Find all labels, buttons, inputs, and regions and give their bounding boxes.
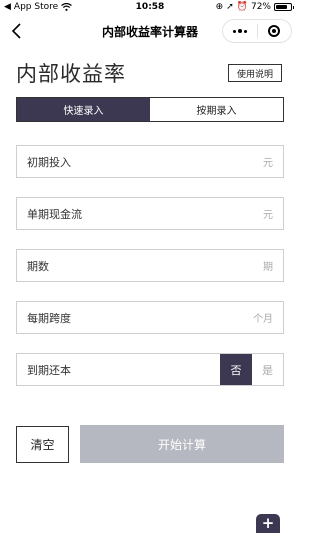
alarm-icon: ⏰: [236, 2, 248, 12]
more-menu-icon[interactable]: [223, 29, 257, 33]
cash-flow-field[interactable]: 单期现金流 元: [16, 197, 284, 230]
nav-bar: 内部收益率计算器: [0, 15, 300, 47]
clear-button[interactable]: 清空: [16, 426, 69, 463]
mini-program-capsule: [222, 19, 292, 43]
battery-tip: [293, 5, 294, 9]
periods-label: 期数: [27, 259, 49, 273]
status-bar: ◀ App Store 10:58 ⊕ ➚ ⏰ 72%: [0, 0, 300, 14]
status-bar-right: ⊕ ➚ ⏰ 72%: [216, 2, 294, 12]
period-span-field[interactable]: 每期跨度 个月: [16, 301, 284, 334]
periods-field[interactable]: 期数 期: [16, 249, 284, 282]
cash-flow-label: 单期现金流: [27, 207, 82, 221]
entry-mode-tabs: 快速录入 按期录入: [16, 97, 284, 122]
tab-quick-entry[interactable]: 快速录入: [17, 98, 150, 121]
battery-percent: 72%: [250, 2, 271, 12]
page-title: 内部收益率: [16, 62, 126, 86]
period-span-label: 每期跨度: [27, 311, 71, 325]
orientation-lock-icon: ⊕: [215, 2, 224, 12]
location-icon: ➚: [226, 2, 234, 12]
tab-periodic-entry[interactable]: 按期录入: [150, 98, 283, 121]
initial-investment-field[interactable]: 初期投入 元: [16, 145, 284, 178]
period-span-unit: 个月: [253, 314, 273, 325]
principal-return-yes-option[interactable]: 是: [252, 354, 283, 385]
principal-return-field: 到期还本 否 是: [16, 353, 284, 386]
plus-icon: +: [261, 514, 275, 532]
principal-return-label: 到期还本: [27, 363, 71, 377]
add-floating-button[interactable]: +: [256, 514, 280, 533]
initial-investment-label: 初期投入: [27, 155, 71, 169]
help-button[interactable]: 使用说明: [228, 64, 282, 82]
principal-return-no-option[interactable]: 否: [220, 354, 252, 385]
close-mini-program-icon[interactable]: [258, 25, 292, 37]
cash-flow-unit: 元: [263, 210, 273, 221]
periods-unit: 期: [263, 262, 273, 273]
initial-investment-unit: 元: [263, 158, 273, 169]
battery-icon: [274, 3, 292, 11]
start-calculation-button[interactable]: 开始计算: [80, 425, 284, 463]
